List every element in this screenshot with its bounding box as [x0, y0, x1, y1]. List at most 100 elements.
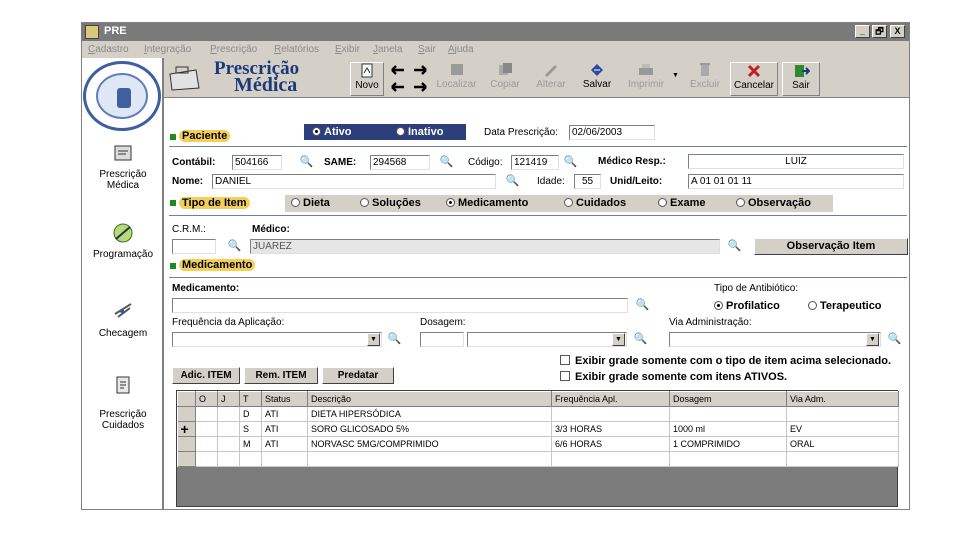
search-icon: [450, 64, 463, 75]
copy-button[interactable]: Copiar: [486, 62, 524, 96]
crm-search-icon[interactable]: 🔍: [226, 239, 243, 254]
sidebar-item-prescricao-medica[interactable]: Prescrição Médica: [82, 142, 164, 191]
contabil-field[interactable]: 504166: [232, 155, 282, 170]
navigation-arrows[interactable]: [389, 63, 431, 95]
column-header-via[interactable]: Via Adm.: [786, 391, 899, 407]
data-prescricao-field[interactable]: 02/06/2003: [569, 125, 655, 140]
menu-integracao[interactable]: Integração: [144, 44, 191, 55]
edit-button[interactable]: Alterar: [532, 62, 570, 96]
menu-ajuda[interactable]: Ajuda: [448, 44, 474, 55]
observacao-item-button[interactable]: Observação Item: [754, 238, 908, 255]
sidebar-item-prescricao-cuidados[interactable]: Prescrição Cuidados: [82, 374, 164, 431]
antibiotico-label: Tipo de Antibiótico:: [714, 283, 799, 294]
table-row[interactable]: M ATI NORVASC 5MG/COMPRIMIDO 6/6 HORAS 1…: [177, 436, 899, 452]
column-header-dosagem[interactable]: Dosagem: [669, 391, 787, 407]
codigo-search-icon[interactable]: 🔍: [562, 155, 579, 170]
nome-field[interactable]: DANIEL: [212, 174, 496, 189]
filter-ativos-checkbox[interactable]: Exibir grade somente com itens ATIVOS.: [560, 371, 787, 383]
medico-search-icon[interactable]: 🔍: [726, 239, 743, 254]
menu-prescricao[interactable]: Prescrição: [210, 44, 257, 55]
print-button[interactable]: Imprimir: [622, 62, 670, 96]
cell-via: [786, 406, 899, 422]
unid-field[interactable]: A 01 01 01 11: [688, 174, 904, 189]
cell-dosagem: [669, 406, 787, 422]
divider: [169, 146, 907, 147]
crm-field[interactable]: [172, 239, 216, 254]
cancel-button[interactable]: Cancelar: [730, 62, 778, 96]
sidebar-item-programacao[interactable]: Programação: [82, 222, 164, 260]
menu-exibir[interactable]: Exibir: [335, 44, 360, 55]
codigo-field[interactable]: 121419: [511, 155, 559, 170]
radio-observacao[interactable]: Observação: [736, 195, 811, 212]
radio-solucoes[interactable]: Soluções: [360, 195, 421, 212]
save-button-label: Salvar: [582, 79, 612, 90]
crm-label: C.R.M.:: [172, 224, 206, 235]
medico-field[interactable]: JUAREZ: [250, 239, 720, 254]
radio-exame[interactable]: Exame: [658, 195, 705, 212]
search-button[interactable]: Localizar: [434, 62, 479, 96]
radio-medicamento[interactable]: Medicamento: [446, 195, 528, 212]
exit-icon: [795, 65, 810, 77]
search-button-label: Localizar: [436, 79, 477, 90]
menu-sair[interactable]: Sair: [418, 44, 436, 55]
radio-inativo-label: Inativo: [408, 126, 444, 138]
table-row[interactable]: [177, 451, 899, 467]
radio-profilatico[interactable]: Profilatico: [714, 300, 780, 312]
menu-relatorios[interactable]: Relatórios: [274, 44, 319, 55]
dosagem-dropdown-icon[interactable]: ▼: [612, 333, 625, 346]
column-header-j[interactable]: J: [217, 391, 240, 407]
menu-cadastro[interactable]: Cadastro: [88, 44, 129, 55]
medico-resp-label: Médico Resp.:: [598, 156, 666, 167]
via-select[interactable]: [669, 332, 881, 347]
restore-button[interactable]: 🗗: [872, 25, 887, 38]
filter-tipo-checkbox[interactable]: Exibir grade somente com o tipo de item …: [560, 355, 891, 367]
via-search-icon[interactable]: 🔍: [886, 332, 903, 347]
idade-field[interactable]: 55: [574, 174, 601, 189]
table-row[interactable]: D ATI DIETA HIPERSÓDICA: [177, 406, 899, 422]
medicamento-search-icon[interactable]: 🔍: [634, 298, 651, 313]
nome-search-icon[interactable]: 🔍: [504, 174, 521, 189]
dosagem-select[interactable]: [467, 332, 627, 347]
cell-via: EV: [786, 421, 899, 437]
copy-icon: [499, 63, 512, 75]
via-dropdown-icon[interactable]: ▼: [866, 333, 879, 346]
sidebar-item-checagem[interactable]: Checagem: [82, 299, 164, 339]
frequencia-search-icon[interactable]: 🔍: [386, 332, 403, 347]
remove-item-button[interactable]: Rem. ITEM: [244, 367, 318, 384]
frequencia-dropdown-icon[interactable]: ▼: [367, 333, 380, 346]
menu-janela[interactable]: Janela: [373, 44, 402, 55]
predatar-button[interactable]: Predatar: [322, 367, 394, 384]
print-dropdown-icon[interactable]: ▼: [672, 72, 679, 79]
exit-button[interactable]: Sair: [782, 62, 820, 96]
dosagem-quantity-field[interactable]: [420, 332, 464, 347]
close-button[interactable]: X: [890, 25, 905, 38]
frequencia-select[interactable]: [172, 332, 382, 347]
column-header-t[interactable]: T: [239, 391, 262, 407]
add-item-button[interactable]: Adic. ITEM: [172, 367, 240, 384]
same-search-icon[interactable]: 🔍: [438, 155, 455, 170]
radio-medicamento-dot: [446, 198, 455, 207]
same-field[interactable]: 294568: [370, 155, 430, 170]
medicamento-field[interactable]: [172, 298, 628, 313]
section-marker: [170, 134, 176, 140]
cell-frequencia: 3/3 HORAS: [551, 421, 670, 437]
radio-ativo[interactable]: Ativo: [312, 124, 352, 140]
radio-observacao-label: Observação: [748, 197, 811, 209]
cell-t: S: [239, 421, 262, 437]
new-button[interactable]: Novo: [350, 62, 384, 96]
contabil-search-icon[interactable]: 🔍: [298, 155, 315, 170]
column-header-descricao[interactable]: Descrição: [307, 391, 552, 407]
column-header-status[interactable]: Status: [261, 391, 308, 407]
radio-dieta[interactable]: Dieta: [291, 195, 330, 212]
column-header-frequencia[interactable]: Frequência Apl.: [551, 391, 670, 407]
radio-cuidados[interactable]: Cuidados: [564, 195, 626, 212]
save-button[interactable]: Salvar: [578, 62, 616, 96]
radio-terapeutico[interactable]: Terapeutico: [808, 300, 882, 312]
radio-inativo[interactable]: Inativo: [396, 124, 443, 140]
minimize-button[interactable]: _: [855, 25, 870, 38]
column-header-o[interactable]: O: [195, 391, 218, 407]
medico-resp-field[interactable]: LUIZ: [688, 154, 904, 169]
table-row[interactable]: + S ATI SORO GLICOSADO 5% 3/3 HORAS 1000…: [177, 421, 899, 437]
dosagem-search-icon[interactable]: 🔍: [632, 332, 649, 347]
delete-button[interactable]: Excluir: [686, 62, 724, 96]
